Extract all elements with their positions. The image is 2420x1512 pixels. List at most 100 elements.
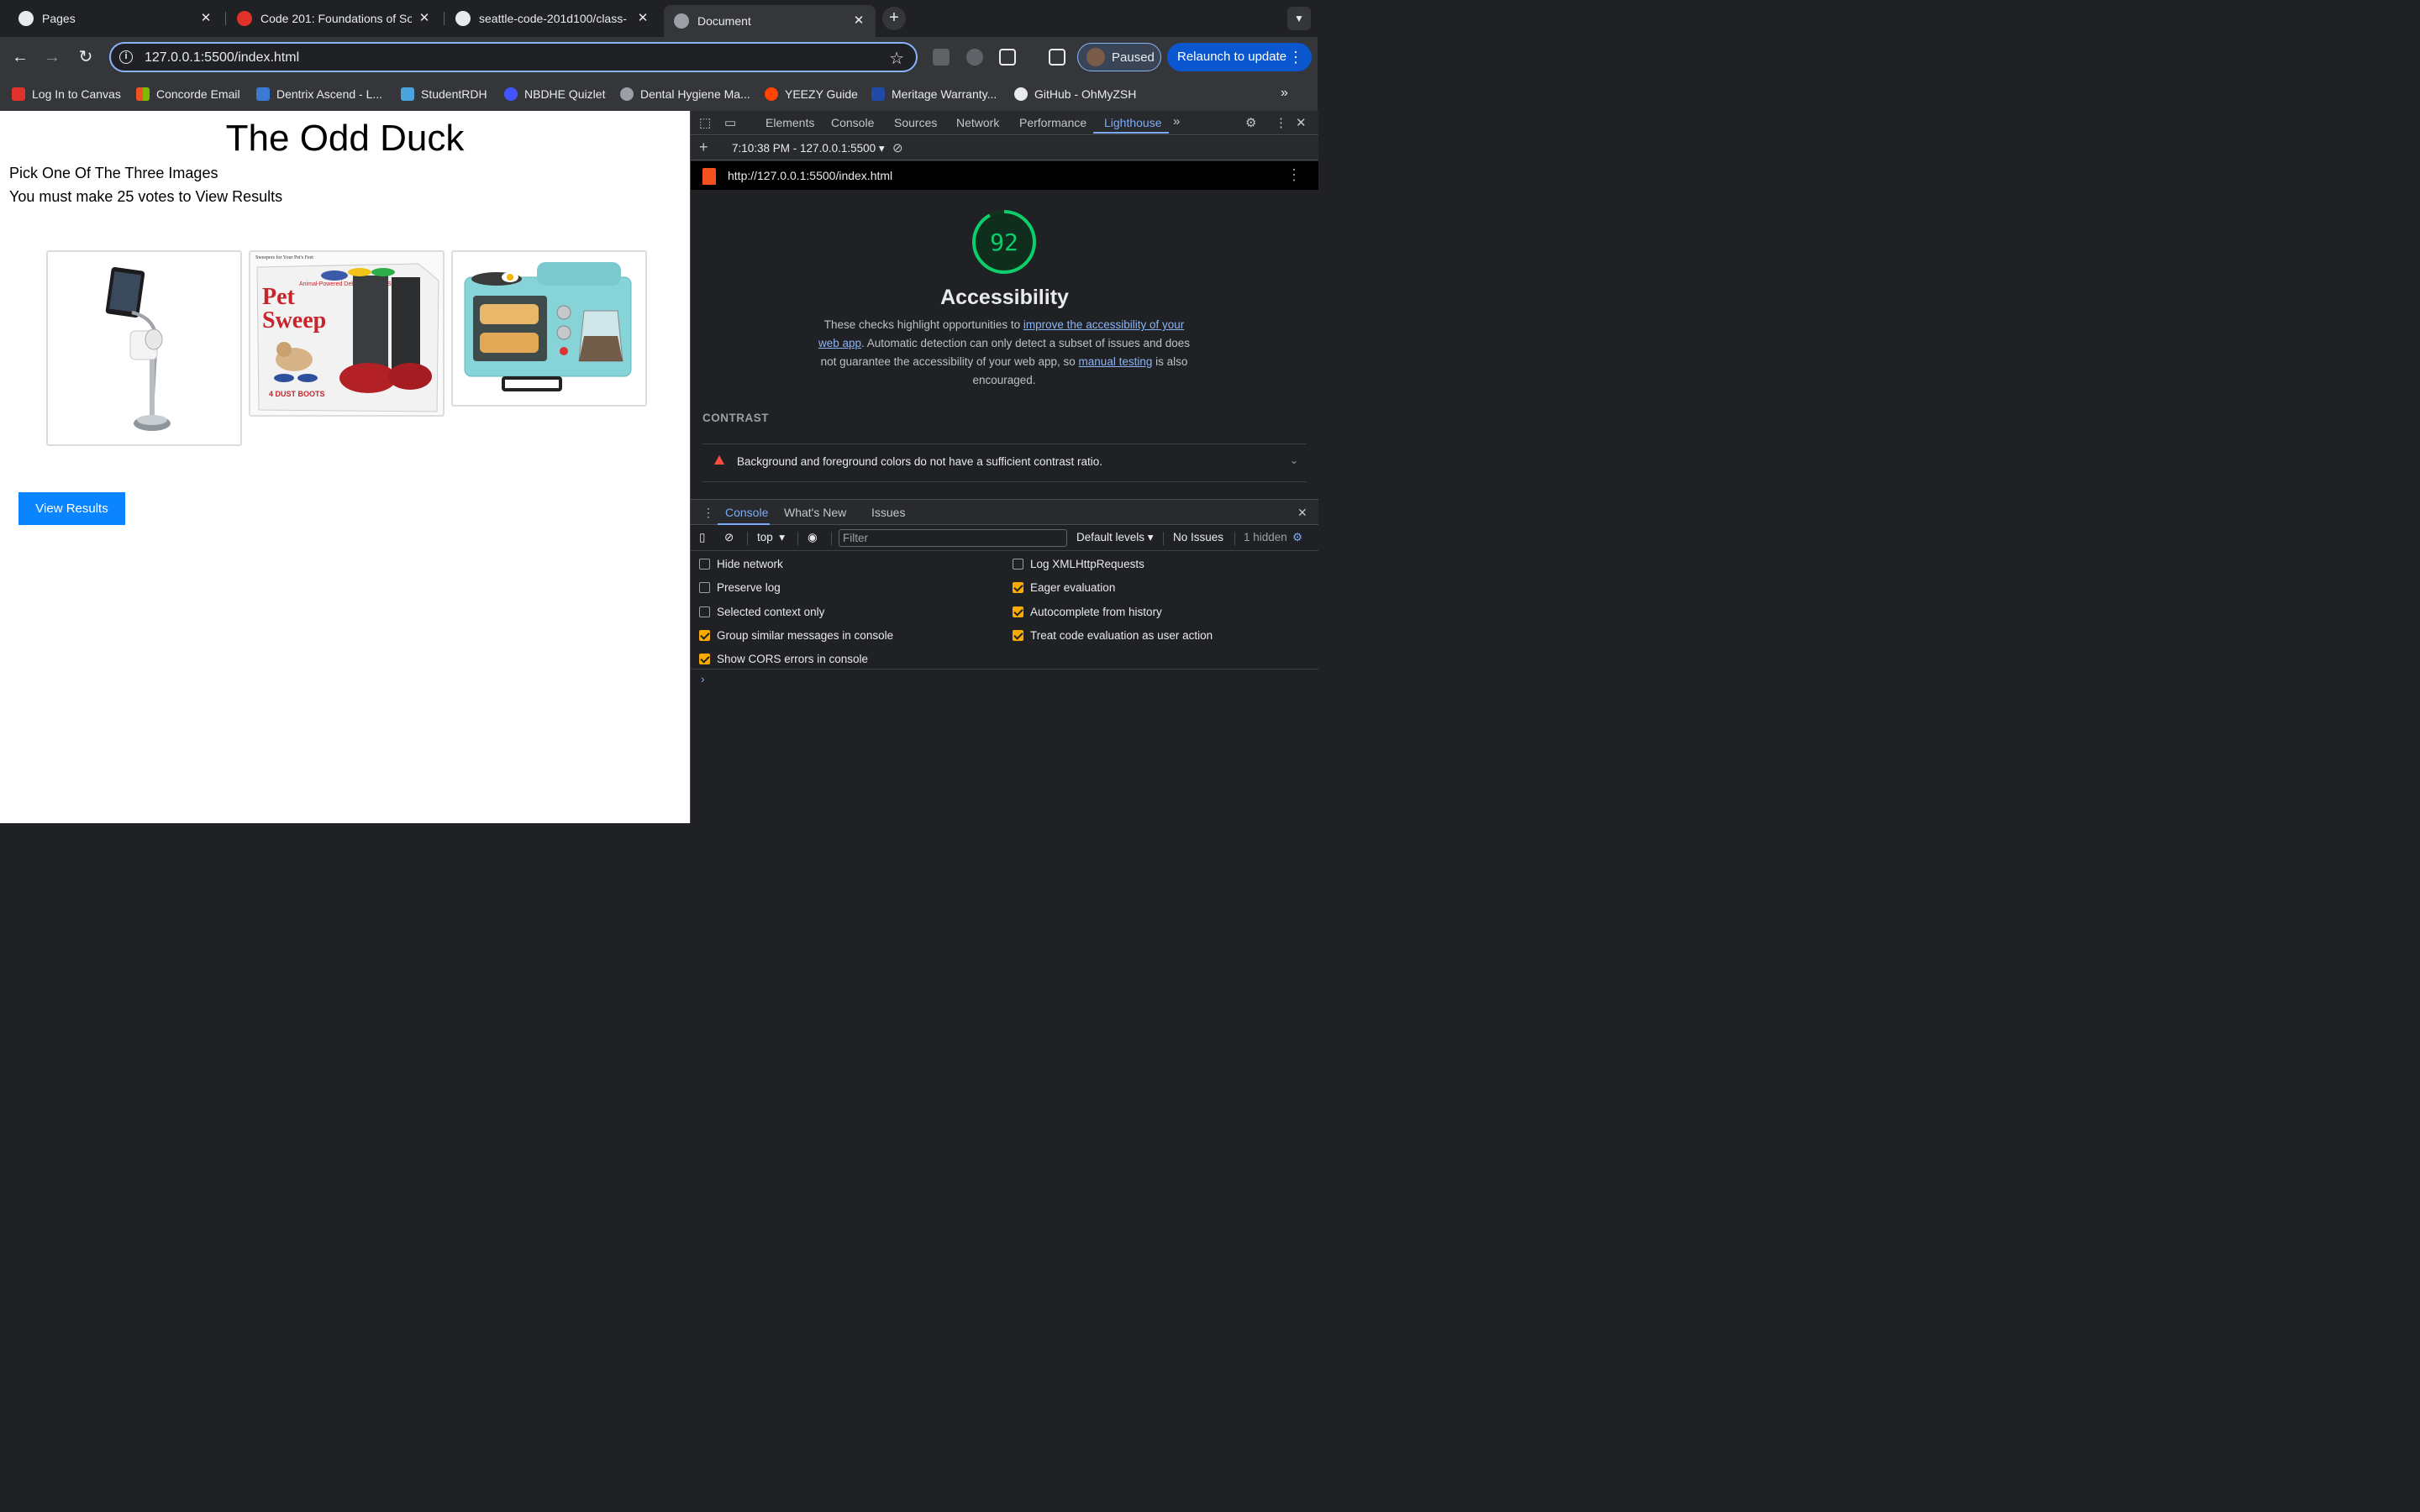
chevron-down-icon[interactable]: ⌄ [1290,454,1298,466]
bookmark-item[interactable]: Dental Hygiene Ma... [620,86,750,102]
tab-lighthouse[interactable]: Lighthouse [1104,116,1162,129]
tab-performance[interactable]: Performance [1019,116,1086,129]
tab-code-201[interactable]: Code 201: Foundations of Sof ✕ [227,5,441,32]
relaunch-button[interactable]: Relaunch to update ⋮ [1167,43,1312,71]
option-selected-context-only[interactable]: Selected context only [699,606,824,618]
bookmark-item[interactable]: NBDHE Quizlet [504,86,605,102]
tab-title: Document [697,14,751,28]
tab-console[interactable]: Console [831,116,874,129]
url-text[interactable]: 127.0.0.1:5500/index.html [145,50,299,66]
option-log-xhr[interactable]: Log XMLHttpRequests [1013,558,1144,570]
tab-search-button[interactable]: ▼ [1287,7,1311,30]
tab-sources[interactable]: Sources [894,116,937,129]
clear-console-icon[interactable]: ⊘ [724,531,734,544]
tab-elements[interactable]: Elements [765,116,814,129]
close-drawer-icon[interactable]: ✕ [1297,506,1307,520]
close-devtools-icon[interactable]: ✕ [1296,115,1307,130]
profile-button[interactable]: Paused [1077,43,1161,71]
close-icon[interactable]: ✕ [634,10,651,27]
sidebar-toggle-icon[interactable]: ▯ [699,531,705,544]
option-group-similar[interactable]: Group similar messages in console [699,629,893,642]
side-panel-icon[interactable] [1049,49,1065,66]
lighthouse-icon [702,168,716,185]
kebab-menu-icon[interactable]: ⋮ [1275,115,1287,130]
view-results-button[interactable]: View Results [18,492,125,525]
new-tab-button[interactable]: + [882,7,906,30]
checkbox[interactable] [699,654,710,664]
option-show-cors-errors[interactable]: Show CORS errors in console [699,653,868,665]
tab-strip: Pages ✕ Code 201: Foundations of Sof ✕ s… [0,0,1318,37]
live-expression-eye-icon[interactable]: ◉ [808,531,818,544]
new-report-icon[interactable]: + [699,139,708,156]
bookmarks-overflow-icon[interactable]: » [1281,86,1288,101]
checkbox[interactable] [699,606,710,617]
bookmark-item[interactable]: GitHub - OhMyZSH [1014,86,1136,102]
bookmark-item[interactable]: Dentrix Ascend - L... [256,86,382,102]
option-eager-evaluation[interactable]: Eager evaluation [1013,581,1115,594]
drawer-menu-icon[interactable]: ⋮ [702,506,714,520]
log-levels-dropdown[interactable]: Default levels ▾ [1076,531,1154,544]
svg-text:Sweepers for Your Pet's Feet: Sweepers for Your Pet's Feet [255,255,313,260]
product-image-3[interactable] [451,250,647,407]
bookmark-item[interactable]: Log In to Canvas [12,86,121,102]
close-icon[interactable]: ✕ [850,13,867,29]
report-menu-icon[interactable]: ⋮ [1286,166,1302,184]
checkbox[interactable] [1013,582,1023,593]
tab-seattle-code[interactable]: seattle-code-201d100/class- ✕ [445,5,660,32]
checkbox[interactable] [699,582,710,593]
microsoft-icon [136,87,150,101]
hidden-count: 1 hidden [1244,531,1287,543]
checkbox[interactable] [1013,606,1023,617]
report-selector[interactable]: 7:10:38 PM - 127.0.0.1:5500 ▾ [732,142,885,155]
inspect-element-icon[interactable]: ⬚ [699,115,711,130]
site-info-icon[interactable]: i [119,50,133,64]
report-url[interactable]: http://127.0.0.1:5500/index.html [728,169,892,182]
option-preserve-log[interactable]: Preserve log [699,581,781,594]
checkbox[interactable] [699,630,710,641]
bookmark-item[interactable]: Concorde Email [136,86,240,102]
extension-help-icon[interactable] [966,49,983,66]
drawer-tab-issues[interactable]: Issues [871,506,905,519]
close-icon[interactable]: ✕ [197,10,214,27]
canvas-icon [12,87,25,101]
more-tabs-icon[interactable]: » [1173,114,1180,129]
manual-testing-link[interactable]: manual testing [1079,355,1153,368]
context-selector[interactable]: top ▾ [757,531,785,544]
bookmark-item[interactable]: StudentRDH [401,86,487,102]
bookmark-star-icon[interactable]: ☆ [889,48,904,69]
device-toolbar-icon[interactable]: ▭ [724,115,736,130]
audit-row[interactable]: Background and foreground colors do not … [702,444,1307,482]
bookmark-item[interactable]: YEEZY Guide [765,86,858,102]
kebab-menu-icon[interactable]: ⋮ [1288,43,1303,71]
filter-input[interactable]: Filter [839,529,1067,547]
tab-pages[interactable]: Pages ✕ [8,5,223,32]
report-url-bar: http://127.0.0.1:5500/index.html ⋮ [691,161,1318,190]
console-prompt[interactable]: › [701,672,705,685]
product-image-1[interactable] [46,250,242,446]
back-button[interactable]: ← [10,47,30,67]
tab-document[interactable]: Document ✕ [664,5,876,37]
clear-reports-icon[interactable]: ⊘ [892,140,903,155]
drawer-tab-whats-new[interactable]: What's New [784,506,846,519]
product-image-2[interactable]: Sweepers for Your Pet's Feet Pet Sweep A… [249,250,445,417]
address-bar[interactable]: i 127.0.0.1:5500/index.html ☆ [109,42,918,72]
option-treat-code-eval[interactable]: Treat code evaluation as user action [1013,629,1213,642]
close-icon[interactable]: ✕ [416,10,433,27]
option-autocomplete-history[interactable]: Autocomplete from history [1013,606,1162,618]
settings-gear-icon[interactable]: ⚙ [1245,115,1256,130]
checkbox[interactable] [699,559,710,570]
forward-button[interactable]: → [42,47,62,67]
browser-toolbar: ← → ↻ i 127.0.0.1:5500/index.html ☆ Paus… [0,37,1318,77]
extension-icon[interactable] [933,49,950,66]
checkbox[interactable] [1013,630,1023,641]
console-settings-gear-icon[interactable]: ⚙ [1292,531,1302,544]
tab-network[interactable]: Network [956,116,999,129]
reload-button[interactable]: ↻ [76,47,96,67]
issues-count[interactable]: No Issues [1173,531,1223,543]
option-hide-network[interactable]: Hide network [699,558,783,570]
bookmark-item[interactable]: Meritage Warranty... [871,86,997,102]
extensions-puzzle-icon[interactable] [999,49,1016,66]
drawer-tab-console[interactable]: Console [725,506,768,519]
checkbox[interactable] [1013,559,1023,570]
svg-text:4 DUST BOOTS: 4 DUST BOOTS [269,390,325,398]
